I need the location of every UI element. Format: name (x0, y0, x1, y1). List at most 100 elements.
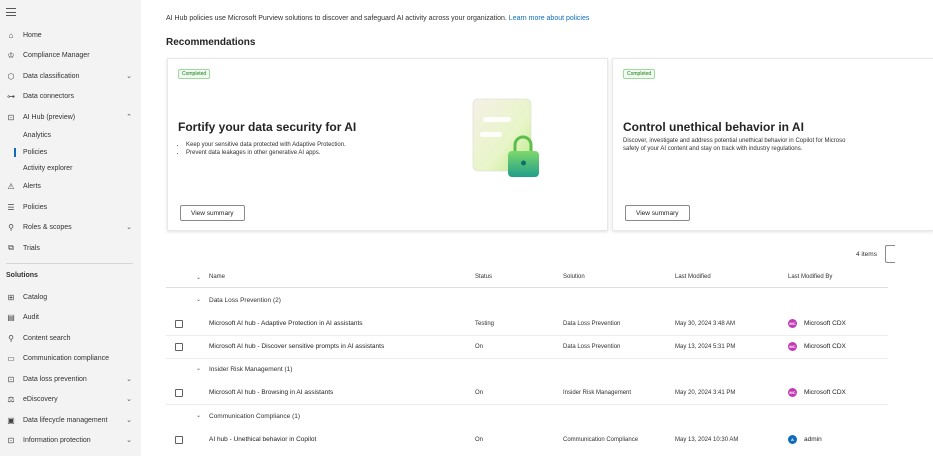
row-checkbox[interactable] (175, 343, 183, 351)
intro-description: AI Hub policies use Microsoft Purview so… (166, 15, 507, 22)
chevron-down-icon[interactable]: ⌄ (125, 72, 133, 80)
column-header-name[interactable]: Name (209, 274, 225, 280)
nav-home[interactable]: ⌂ Home (0, 26, 141, 44)
card-description-line: Discover, investigate and address potent… (623, 138, 846, 144)
trophy-icon: ♔ (7, 50, 15, 60)
nav-policies[interactable]: ☰ Policies (0, 198, 141, 216)
nav-label: Data lifecycle management (23, 416, 108, 424)
items-count: 4 items (856, 251, 877, 258)
intro-text: AI Hub policies use Microsoft Purview so… (166, 15, 589, 22)
chevron-down-icon[interactable]: ⌄ (125, 223, 133, 231)
chevron-down-icon[interactable]: ⌄ (125, 395, 133, 403)
row-checkbox[interactable] (175, 320, 183, 328)
card-title: Control unethical behavior in AI (623, 120, 804, 134)
chevron-down-icon[interactable]: ⌄ (125, 436, 133, 444)
nav-trials[interactable]: ⧉ Trials (0, 239, 141, 257)
row-checkbox[interactable] (175, 389, 183, 397)
chevron-down-icon[interactable]: ⌄ (196, 274, 201, 281)
home-icon: ⌂ (8, 30, 14, 40)
nav-roles-scopes[interactable]: ⚲ Roles & scopes ⌄ (0, 218, 141, 236)
policy-name[interactable]: Microsoft AI hub - Adaptive Protection i… (209, 320, 363, 327)
table-row[interactable]: AI hub - Unethical behavior in Copilot O… (166, 429, 888, 452)
nav-ai-hub[interactable]: ⊡ AI Hub (preview) ⌃ (0, 108, 141, 126)
catalog-icon: ⊞ (7, 292, 15, 302)
card-title: Fortify your data security for AI (178, 120, 357, 134)
view-summary-button[interactable]: View summary (180, 205, 245, 221)
nav-ediscovery[interactable]: ⚖ eDiscovery ⌄ (0, 390, 141, 408)
nav-data-classification[interactable]: ⬡ Data classification ⌄ (0, 67, 141, 85)
chevron-down-icon[interactable]: ⌄ (196, 365, 201, 372)
nav-content-search[interactable]: ⚲ Content search (0, 329, 141, 347)
nav-analytics[interactable]: Analytics (0, 127, 141, 143)
table-row[interactable]: Microsoft AI hub - Discover sensitive pr… (166, 336, 888, 359)
column-header-last-modified-by[interactable]: Last Modified By (788, 274, 832, 280)
tag-icon: ⬡ (7, 71, 15, 81)
audit-icon: ▤ (7, 312, 15, 322)
lifecycle-icon: ▣ (7, 415, 15, 425)
recommendations-title: Recommendations (166, 37, 256, 48)
group-header[interactable]: ⌄ Communication Compliance (1) (166, 406, 888, 429)
toolbar-control[interactable] (885, 245, 895, 263)
avatar: MC (788, 342, 797, 351)
nav-activity-explorer[interactable]: Activity explorer (0, 160, 141, 176)
chevron-down-icon[interactable]: ⌄ (196, 412, 201, 419)
nav-label: Policies (23, 203, 48, 211)
chevron-down-icon[interactable]: ⌄ (125, 416, 133, 424)
row-checkbox[interactable] (175, 436, 183, 444)
left-navigation: ⌂ Home ♔ Compliance Manager ⬡ Data class… (0, 0, 141, 456)
card-bullet: Prevent data leakages in other generativ… (186, 150, 346, 156)
group-header[interactable]: ⌄ Data Loss Prevention (2) (166, 290, 888, 313)
policy-last-modified: May 20, 2024 3:41 PM (675, 390, 736, 396)
policy-status: On (475, 344, 484, 350)
nav-label: Data connectors (23, 92, 74, 100)
nav-catalog[interactable]: ⊞ Catalog (0, 288, 141, 306)
nav-compliance-manager[interactable]: ♔ Compliance Manager (0, 46, 141, 64)
view-summary-button[interactable]: View summary (625, 205, 690, 221)
alert-icon: ⚠ (7, 181, 15, 191)
policy-status: On (475, 390, 484, 396)
search-icon: ⚲ (8, 333, 14, 343)
avatar: MC (788, 388, 797, 397)
nav-data-connectors[interactable]: ⊶ Data connectors (0, 87, 141, 105)
card-bullet: Keep your sensitive data protected with … (186, 142, 346, 148)
group-header[interactable]: ⌄ Insider Risk Management (1) (166, 359, 888, 382)
nav-label: Trials (23, 244, 40, 252)
chat-icon: ▭ (7, 353, 15, 363)
learn-more-link[interactable]: Learn more about policies (509, 15, 590, 22)
policy-name[interactable]: Microsoft AI hub - Discover sensitive pr… (209, 343, 384, 350)
completed-badge: Completed (178, 69, 211, 79)
recommendation-card-unethical-behavior: Completed Control unethical behavior in … (612, 58, 933, 231)
policy-name[interactable]: Microsoft AI hub - Browsing in AI assist… (209, 389, 333, 396)
chevron-down-icon[interactable]: ⌄ (125, 375, 133, 383)
nav-alerts[interactable]: ⚠ Alerts (0, 177, 141, 195)
nav-data-loss-prevention[interactable]: ⊡ Data loss prevention ⌄ (0, 370, 141, 388)
hamburger-menu-icon[interactable] (6, 8, 16, 16)
chevron-up-icon[interactable]: ⌃ (125, 113, 133, 121)
dlp-icon: ⊡ (7, 374, 15, 384)
completed-badge: Completed (623, 69, 656, 79)
policy-solution: Data Loss Prevention (563, 321, 621, 327)
chevron-down-icon[interactable]: ⌄ (196, 296, 201, 303)
nav-label: Data classification (23, 72, 80, 80)
ediscovery-icon: ⚖ (7, 394, 15, 404)
column-header-last-modified[interactable]: Last Modified (675, 274, 711, 280)
policy-solution: Communication Compliance (563, 437, 639, 443)
table-row[interactable]: Microsoft AI hub - Browsing in AI assist… (166, 382, 888, 405)
nav-information-protection[interactable]: ⊡ Information protection ⌄ (0, 431, 141, 449)
nav-label: Alerts (23, 182, 41, 190)
policies-icon: ☰ (7, 202, 15, 212)
nav-data-lifecycle-management[interactable]: ▣ Data lifecycle management ⌄ (0, 411, 141, 429)
policy-name[interactable]: AI hub - Unethical behavior in Copilot (209, 436, 316, 443)
column-header-solution[interactable]: Solution (563, 274, 585, 280)
main-content: AI Hub policies use Microsoft Purview so… (166, 0, 933, 456)
policy-last-modified: May 13, 2024 5:31 PM (675, 344, 736, 350)
column-header-status[interactable]: Status (475, 274, 492, 280)
group-label: Data Loss Prevention (2) (209, 297, 281, 304)
table-row[interactable]: Microsoft AI hub - Adaptive Protection i… (166, 313, 888, 336)
connector-icon: ⊶ (7, 91, 15, 101)
policy-modified-by: Microsoft CDX (804, 320, 846, 327)
nav-policies-active[interactable]: Policies (0, 144, 141, 160)
nav-audit[interactable]: ▤ Audit (0, 308, 141, 326)
nav-communication-compliance[interactable]: ▭ Communication compliance (0, 349, 141, 367)
table-header: ⌄ Name Status Solution Last Modified Las… (166, 268, 888, 288)
